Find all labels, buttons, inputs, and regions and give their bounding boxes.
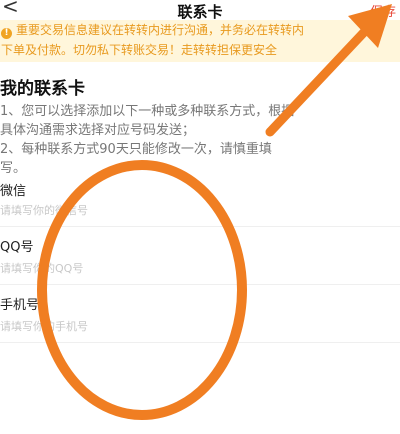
qq-label: QQ号 [0, 240, 34, 255]
notice-line-1: ! 重要交易信息建议在转转内进行沟通，并务必在转转内 [0, 20, 400, 40]
warning-icon: ! [1, 28, 12, 39]
divider [0, 226, 400, 227]
tip-line: 2、每种联系方式90天只能修改一次，请慎重填 [0, 142, 272, 157]
notice-text-2: 下单及付款。切勿私下转账交易！走转转担保更安全 [1, 43, 278, 57]
notice-text-1: 重要交易信息建议在转转内进行沟通，并务必在转转内 [16, 23, 305, 37]
wechat-input[interactable] [0, 202, 390, 218]
save-button[interactable]: 保存 [370, 1, 396, 20]
tip-line: 写。 [0, 161, 27, 176]
phone-label: 手机号 [0, 298, 40, 313]
notice-line-2: 下单及付款。切勿私下转账交易！走转转担保更安全 [0, 40, 400, 60]
tips-text: 1、您可以选择添加以下一种或多种联系方式，根据 具体沟通需求选择对应号码发送； … [0, 102, 400, 178]
notice-banner: ! 重要交易信息建议在转转内进行沟通，并务必在转转内 下单及付款。切勿私下转账交易… [0, 20, 400, 62]
wechat-label: 微信 [0, 184, 27, 199]
divider [0, 342, 400, 343]
tip-line: 具体沟通需求选择对应号码发送； [0, 123, 196, 138]
qq-input[interactable] [0, 260, 390, 276]
divider [0, 284, 400, 285]
tip-line: 1、您可以选择添加以下一种或多种联系方式，根据 [0, 104, 295, 119]
phone-input[interactable] [0, 318, 390, 334]
nav-bar: < 联系卡 保存 [0, 0, 400, 21]
section-title: 我的联系卡 [0, 79, 85, 99]
page-title: 联系卡 [177, 3, 223, 21]
